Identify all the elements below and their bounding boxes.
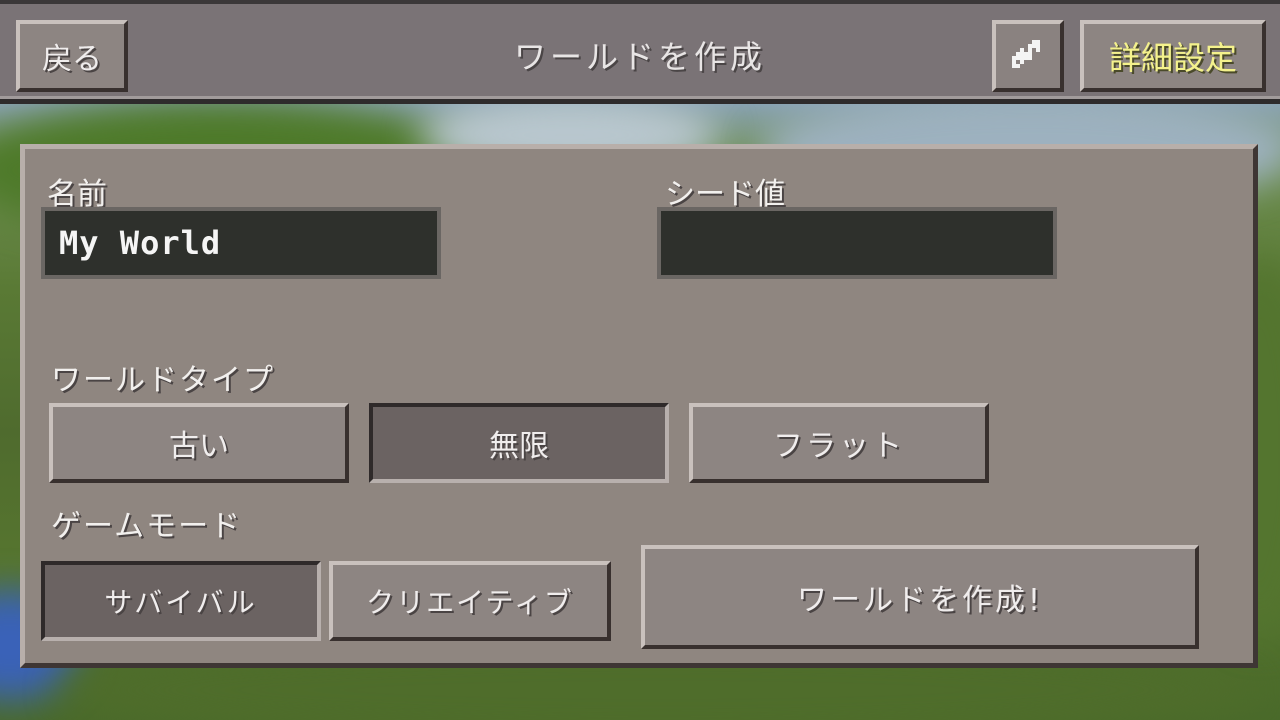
seed-input[interactable] [657, 207, 1057, 279]
world-type-label: ワールドタイプ [51, 363, 275, 398]
share-button[interactable] [992, 20, 1064, 92]
advanced-settings-button[interactable]: 詳細設定 [1080, 20, 1266, 92]
create-world-screen: ワールドを作成 戻る 詳細設定 名前 My World シード値 ワールドタイプ… [0, 0, 1280, 720]
share-arrows-icon [1012, 40, 1040, 68]
world-type-flat-button[interactable]: フラット [689, 403, 989, 483]
world-type-infinite-button[interactable]: 無限 [369, 403, 669, 483]
create-world-button[interactable]: ワールドを作成! [641, 545, 1199, 649]
game-mode-label: ゲームモード [51, 509, 243, 544]
game-mode-creative-button[interactable]: クリエイティブ [329, 561, 611, 641]
world-type-old-button[interactable]: 古い [49, 403, 349, 483]
header-divider [0, 96, 1280, 99]
world-name-input[interactable]: My World [41, 207, 441, 279]
header-bar: ワールドを作成 戻る 詳細設定 [0, 0, 1280, 104]
create-world-panel: 名前 My World シード値 ワールドタイプ 古い 無限 フラット ゲームモ… [20, 144, 1258, 668]
back-button[interactable]: 戻る [16, 20, 128, 92]
game-mode-survival-button[interactable]: サバイバル [41, 561, 321, 641]
